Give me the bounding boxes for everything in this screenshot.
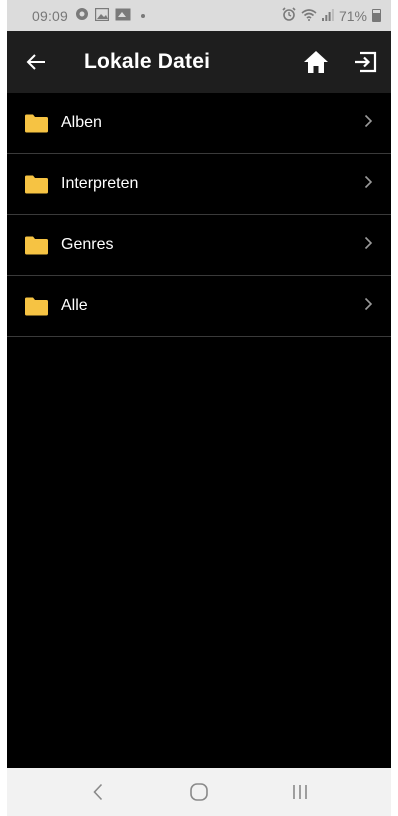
- battery-percent: 71%: [338, 7, 367, 24]
- nav-home-button[interactable]: [179, 772, 219, 812]
- list-item[interactable]: Interpreten: [7, 154, 391, 215]
- folder-icon: [25, 236, 48, 254]
- wifi-icon: [301, 8, 317, 24]
- chevron-right-icon: [364, 235, 373, 255]
- folder-list: Alben Interpreten Genres Alle: [7, 93, 391, 337]
- status-time: 09:09: [32, 7, 69, 24]
- gallery-notification-icon: [115, 8, 131, 24]
- nav-recents-icon: [293, 785, 308, 799]
- list-item-label: Interpreten: [61, 175, 139, 192]
- nav-home-icon: [190, 783, 208, 801]
- list-item-label: Alle: [61, 297, 88, 314]
- folder-icon: [25, 114, 48, 132]
- nav-back-icon: [93, 783, 102, 801]
- nav-back-button[interactable]: [78, 772, 118, 812]
- page-title: Lokale Datei: [84, 50, 211, 73]
- home-icon: [304, 51, 328, 73]
- home-button[interactable]: [299, 45, 333, 79]
- list-item[interactable]: Alben: [7, 93, 391, 154]
- exit-button[interactable]: [349, 45, 383, 79]
- chevron-right-icon: [364, 174, 373, 194]
- battery-icon: [372, 9, 381, 22]
- app-frame: 09:09 71% Lokale Datei Alben Interpreten…: [7, 0, 391, 816]
- system-nav-bar: [7, 768, 391, 816]
- status-bar: 09:09 71%: [7, 0, 391, 31]
- list-item[interactable]: Genres: [7, 215, 391, 276]
- folder-icon: [25, 175, 48, 193]
- alarm-icon: [282, 7, 296, 24]
- more-notifications-dot: [141, 13, 146, 18]
- app-bar: Lokale Datei: [7, 31, 391, 93]
- back-button[interactable]: [7, 31, 65, 93]
- list-item-label: Genres: [61, 236, 114, 253]
- arrow-left-icon: [26, 54, 45, 70]
- list-item[interactable]: Alle: [7, 276, 391, 337]
- chevron-right-icon: [364, 113, 373, 133]
- list-item-label: Alben: [61, 114, 102, 131]
- notification-icon: [75, 7, 89, 24]
- app-bar-actions: [299, 45, 391, 79]
- status-right: 71%: [282, 7, 381, 24]
- signal-icon: [321, 8, 334, 24]
- folder-icon: [25, 297, 48, 315]
- image-notification-icon: [94, 7, 110, 24]
- chevron-right-icon: [364, 296, 373, 316]
- nav-recents-button[interactable]: [280, 772, 320, 812]
- exit-icon: [355, 51, 377, 73]
